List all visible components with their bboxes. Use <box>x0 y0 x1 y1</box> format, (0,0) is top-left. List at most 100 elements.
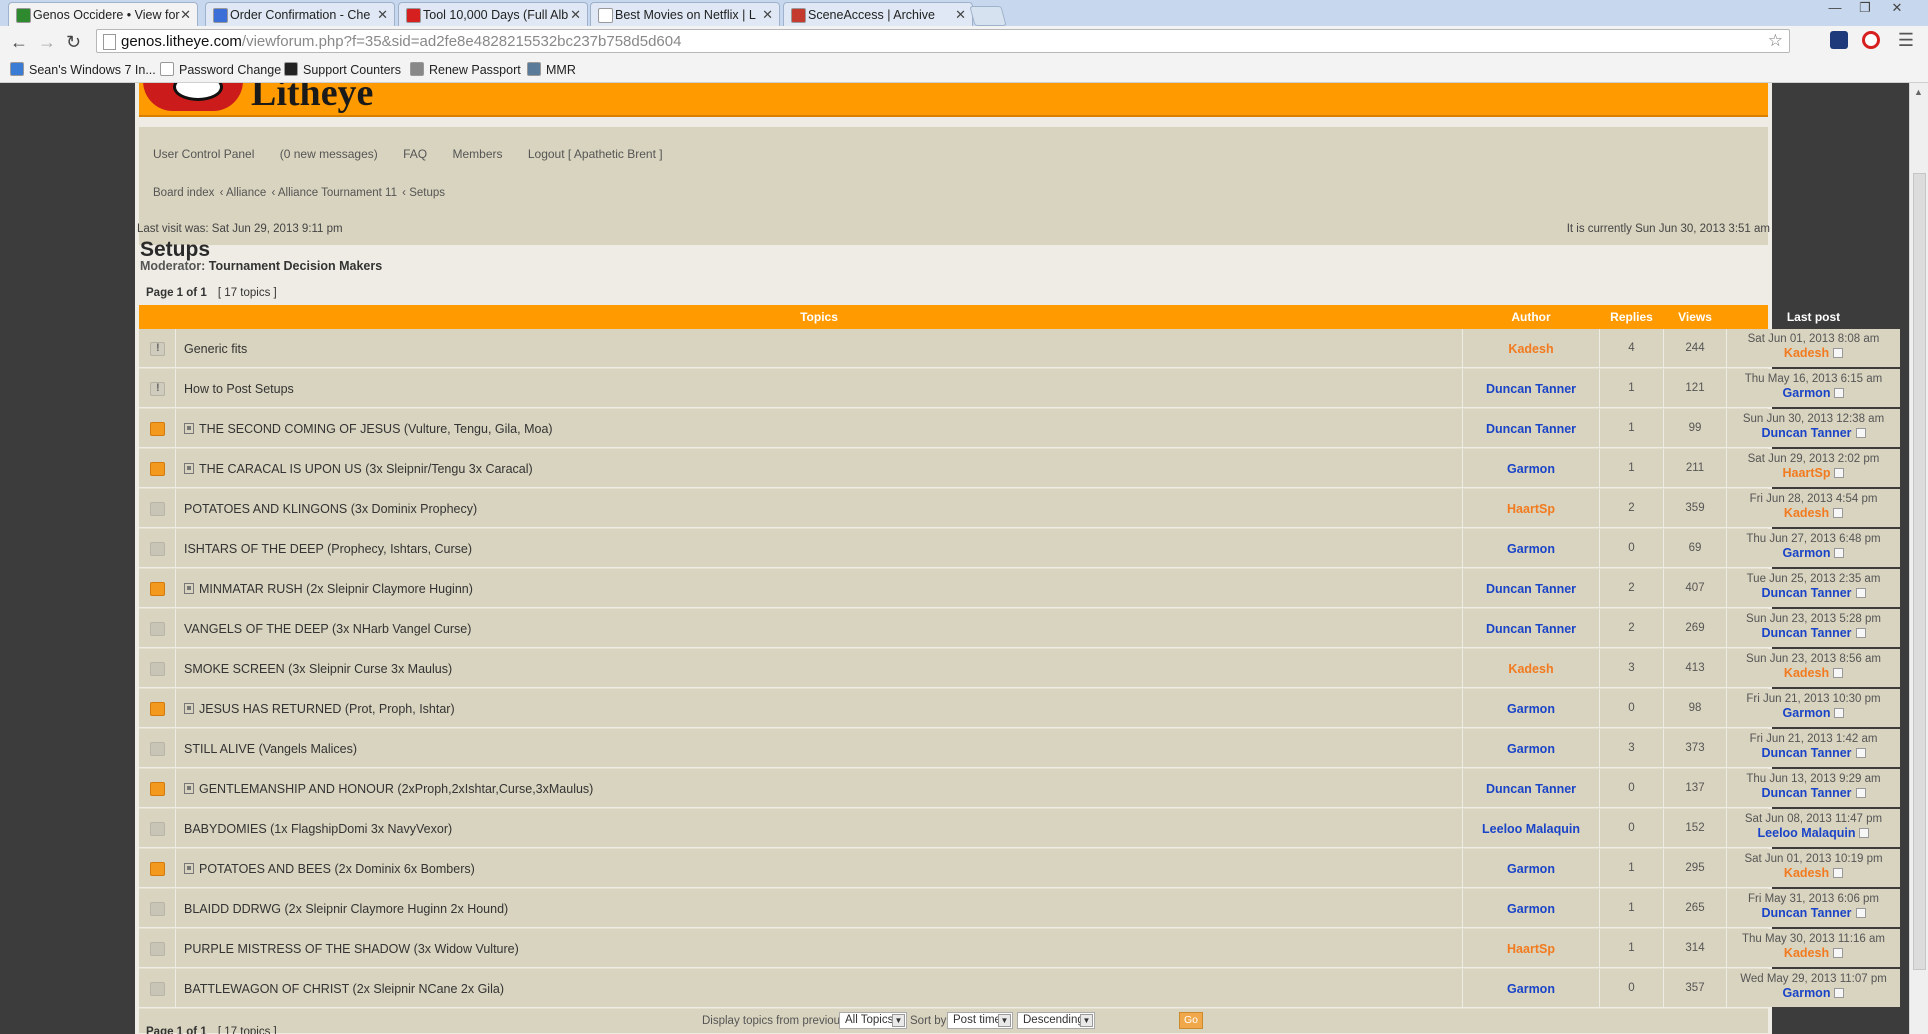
bookmark-star-icon[interactable]: ☆ <box>1768 31 1783 51</box>
view-latest-post-icon[interactable] <box>1833 668 1844 678</box>
browser-tab[interactable]: Tool 10,000 Days (Full Alb ✕ <box>398 2 588 26</box>
tab-close-icon[interactable]: ✕ <box>570 7 581 23</box>
tab-close-icon[interactable]: ✕ <box>377 7 388 23</box>
tab-close-icon[interactable]: ✕ <box>180 7 191 23</box>
topic-author-link[interactable]: Kadesh <box>1508 662 1553 676</box>
view-latest-post-icon[interactable] <box>1834 468 1845 478</box>
browser-tab[interactable]: SceneAccess | Archive ✕ <box>783 2 973 26</box>
browser-tab[interactable]: Best Movies on Netflix | L ✕ <box>590 2 780 26</box>
last-post-author-link[interactable]: Kadesh <box>1784 946 1829 960</box>
last-post-author-link[interactable]: Garmon <box>1783 546 1831 560</box>
view-latest-post-icon[interactable] <box>1855 748 1866 758</box>
view-latest-post-icon[interactable] <box>1859 828 1870 838</box>
view-latest-post-icon[interactable] <box>1833 348 1844 358</box>
last-post-author-link[interactable]: Garmon <box>1783 386 1831 400</box>
new-tab-button[interactable] <box>969 6 1007 26</box>
view-latest-post-icon[interactable] <box>1855 428 1866 438</box>
view-latest-post-icon[interactable] <box>1855 588 1866 598</box>
view-latest-post-icon[interactable] <box>1833 948 1844 958</box>
tab-close-icon[interactable]: ✕ <box>955 7 966 23</box>
minimize-icon[interactable]: — <box>1822 0 1848 18</box>
logout-link[interactable]: Logout [ Apathetic Brent ] <box>528 147 663 161</box>
bookmark-item[interactable]: Sean's Windows 7 In... <box>10 62 156 77</box>
view-latest-post-icon[interactable] <box>1834 988 1845 998</box>
topic-author-link[interactable]: Duncan Tanner <box>1486 582 1576 596</box>
last-post-author-link[interactable]: Duncan Tanner <box>1761 586 1851 600</box>
topic-author-link[interactable]: Kadesh <box>1508 342 1553 356</box>
scrollbar-thumb[interactable] <box>1913 173 1926 970</box>
topic-title-link[interactable]: MINMATAR RUSH (2x Sleipnir Claymore Hugi… <box>199 582 473 596</box>
topic-title-link[interactable]: THE CARACAL IS UPON US (3x Sleipnir/Teng… <box>199 462 533 476</box>
view-latest-post-icon[interactable] <box>1855 628 1866 638</box>
view-latest-post-icon[interactable] <box>1834 548 1845 558</box>
topic-title-link[interactable]: SMOKE SCREEN (3x Sleipnir Curse 3x Maulu… <box>184 662 452 676</box>
last-post-author-link[interactable]: Kadesh <box>1784 666 1829 680</box>
go-button[interactable]: Go <box>1179 1012 1203 1029</box>
last-post-author-link[interactable]: HaartSp <box>1783 466 1831 480</box>
topic-title-link[interactable]: PURPLE MISTRESS OF THE SHADOW (3x Widow … <box>184 942 519 956</box>
breadcrumb-board-index[interactable]: Board index <box>153 187 214 199</box>
last-post-author-link[interactable]: Duncan Tanner <box>1761 426 1851 440</box>
bookmark-item[interactable]: Password Change <box>160 62 281 77</box>
view-latest-post-icon[interactable] <box>1833 508 1844 518</box>
last-post-author-link[interactable]: Kadesh <box>1784 346 1829 360</box>
topic-title-link[interactable]: STILL ALIVE (Vangels Malices) <box>184 742 357 756</box>
topic-title-link[interactable]: GENTLEMANSHIP AND HONOUR (2xProph,2xIsht… <box>199 782 593 796</box>
address-bar[interactable]: genos.litheye.com/viewforum.php?f=35&sid… <box>96 29 1790 53</box>
view-latest-post-icon[interactable] <box>1855 788 1866 798</box>
last-post-author-link[interactable]: Garmon <box>1783 986 1831 1000</box>
last-post-author-link[interactable]: Leeloo Malaquin <box>1758 826 1856 840</box>
order-select[interactable]: Descending ▼ <box>1017 1012 1095 1029</box>
browser-tab[interactable]: Order Confirmation - Che ✕ <box>205 2 395 26</box>
faq-link[interactable]: FAQ <box>403 147 427 161</box>
breadcrumb-tournament[interactable]: Alliance Tournament 11 <box>278 187 397 199</box>
last-post-author-link[interactable]: Kadesh <box>1784 866 1829 880</box>
topic-author-link[interactable]: Garmon <box>1507 742 1555 756</box>
view-latest-post-icon[interactable] <box>1855 908 1866 918</box>
topic-title-link[interactable]: THE SECOND COMING OF JESUS (Vulture, Ten… <box>199 422 553 436</box>
moderator-link[interactable]: Tournament Decision Makers <box>209 259 382 273</box>
last-post-author-link[interactable]: Duncan Tanner <box>1761 746 1851 760</box>
display-filter-select[interactable]: All Topics ▼ <box>839 1012 907 1029</box>
site-logo[interactable]: Litheye <box>251 83 373 115</box>
bookmark-item[interactable]: Support Counters <box>284 62 401 77</box>
topic-author-link[interactable]: HaartSp <box>1507 502 1555 516</box>
scroll-up-icon[interactable]: ▲ <box>1914 87 1923 97</box>
topic-author-link[interactable]: Garmon <box>1507 902 1555 916</box>
last-post-author-link[interactable]: Duncan Tanner <box>1761 626 1851 640</box>
vertical-scrollbar[interactable]: ▲ <box>1909 83 1928 1034</box>
members-link[interactable]: Members <box>452 147 502 161</box>
sort-select[interactable]: Post time ▼ <box>947 1012 1013 1029</box>
last-post-author-link[interactable]: Duncan Tanner <box>1761 786 1851 800</box>
breadcrumb-setups[interactable]: Setups <box>409 187 445 199</box>
topic-author-link[interactable]: Duncan Tanner <box>1486 382 1576 396</box>
last-post-author-link[interactable]: Kadesh <box>1784 506 1829 520</box>
topic-author-link[interactable]: Duncan Tanner <box>1486 622 1576 636</box>
topic-title-link[interactable]: BABYDOMIES (1x FlagshipDomi 3x NavyVexor… <box>184 822 452 836</box>
browser-tab[interactable]: Genos Occidere • View for ✕ <box>8 2 198 27</box>
opera-extension-icon[interactable] <box>1862 31 1880 49</box>
bookmark-item[interactable]: Renew Passport <box>410 62 521 77</box>
ucp-link[interactable]: User Control Panel <box>153 147 254 161</box>
topic-title-link[interactable]: BLAIDD DDRWG (2x Sleipnir Claymore Hugin… <box>184 902 508 916</box>
topic-title-link[interactable]: POTATOES AND KLINGONS (3x Dominix Prophe… <box>184 502 477 516</box>
topic-author-link[interactable]: Garmon <box>1507 862 1555 876</box>
view-latest-post-icon[interactable] <box>1833 868 1844 878</box>
topic-author-link[interactable]: Garmon <box>1507 702 1555 716</box>
topic-title-link[interactable]: VANGELS OF THE DEEP (3x NHarb Vangel Cur… <box>184 622 471 636</box>
topic-title-link[interactable]: How to Post Setups <box>184 382 294 396</box>
topic-author-link[interactable]: Garmon <box>1507 542 1555 556</box>
breadcrumb-alliance[interactable]: Alliance <box>226 187 266 199</box>
topic-author-link[interactable]: Duncan Tanner <box>1486 782 1576 796</box>
topic-author-link[interactable]: Garmon <box>1507 462 1555 476</box>
restore-icon[interactable]: ❐ <box>1852 0 1878 18</box>
last-post-author-link[interactable]: Garmon <box>1783 706 1831 720</box>
forward-icon[interactable]: → <box>38 32 56 53</box>
topic-title-link[interactable]: BATTLEWAGON OF CHRIST (2x Sleipnir NCane… <box>184 982 504 996</box>
topic-title-link[interactable]: JESUS HAS RETURNED (Prot, Proph, Ishtar) <box>199 702 455 716</box>
topic-title-link[interactable]: POTATOES AND BEES (2x Dominix 6x Bombers… <box>199 862 475 876</box>
topic-author-link[interactable]: Duncan Tanner <box>1486 422 1576 436</box>
menu-icon[interactable]: ☰ <box>1898 30 1914 51</box>
bookmark-item[interactable]: MMR <box>527 62 576 77</box>
last-post-author-link[interactable]: Duncan Tanner <box>1761 906 1851 920</box>
